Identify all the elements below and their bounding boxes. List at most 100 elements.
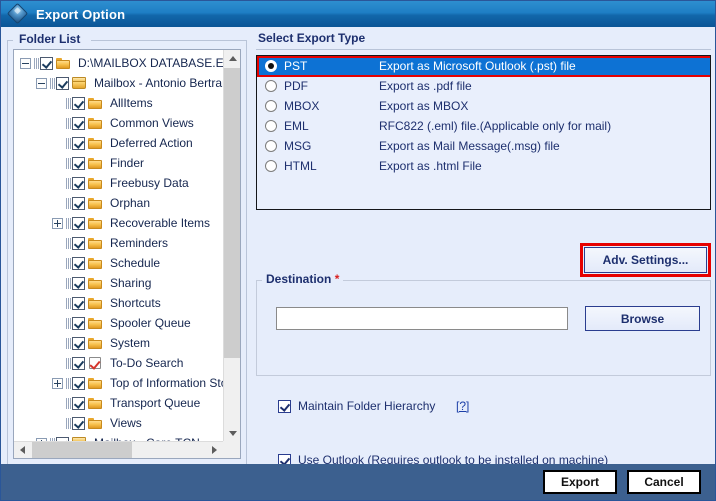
tree-node[interactable]: Sharing bbox=[14, 273, 223, 293]
cancel-button[interactable]: Cancel bbox=[627, 470, 701, 494]
tree-node[interactable]: AllItems bbox=[14, 93, 223, 113]
export-settings-panel: Select Export Type PSTExport as Microsof… bbox=[256, 31, 711, 210]
tree-node-checkbox[interactable] bbox=[56, 77, 69, 90]
tree-node-label: Deferred Action bbox=[106, 136, 193, 150]
folder-icon bbox=[87, 136, 104, 150]
tree-node[interactable]: D:\MAILBOX DATABASE.EDB bbox=[14, 53, 223, 73]
required-marker: * bbox=[335, 272, 340, 286]
hierarchy-help-link[interactable]: [?] bbox=[456, 399, 469, 413]
tree-node-checkbox[interactable] bbox=[72, 377, 85, 390]
tree-node-checkbox[interactable] bbox=[72, 337, 85, 350]
tree-node-checkbox[interactable] bbox=[72, 237, 85, 250]
maintain-folder-hierarchy-checkbox[interactable]: Maintain Folder Hierarchy bbox=[278, 399, 435, 413]
tree-connector-icon bbox=[66, 218, 71, 229]
tree-node-checkbox[interactable] bbox=[72, 417, 85, 430]
tree-connector-icon bbox=[66, 98, 71, 109]
expand-node-icon[interactable] bbox=[52, 218, 63, 229]
folder-tree-vertical-scrollbar[interactable] bbox=[223, 50, 240, 442]
export-button[interactable]: Export bbox=[543, 470, 617, 494]
tree-node-label: Recoverable Items bbox=[106, 216, 210, 230]
tree-node[interactable]: Mailbox - Antonio Bertram bbox=[14, 73, 223, 93]
tree-connector-icon bbox=[66, 278, 71, 289]
tree-node[interactable]: Common Views bbox=[14, 113, 223, 133]
collapse-node-icon[interactable] bbox=[20, 58, 31, 69]
tree-node-checkbox[interactable] bbox=[72, 137, 85, 150]
tree-node[interactable]: Schedule bbox=[14, 253, 223, 273]
radio-button-icon[interactable] bbox=[265, 80, 277, 92]
tree-node-checkbox[interactable] bbox=[72, 117, 85, 130]
folder-icon bbox=[87, 296, 104, 310]
scrollbar-corner bbox=[223, 441, 240, 458]
folder-tree-horizontal-scrollbar[interactable] bbox=[14, 441, 223, 458]
export-type-option[interactable]: MSGExport as Mail Message(.msg) file bbox=[257, 136, 710, 156]
tree-node[interactable]: Top of Information Store bbox=[14, 373, 223, 393]
horizontal-scroll-thumb[interactable] bbox=[32, 442, 132, 458]
tree-indent-spacer bbox=[52, 118, 66, 129]
folder-icon bbox=[87, 416, 104, 430]
export-type-option[interactable]: PSTExport as Microsoft Outlook (.pst) fi… bbox=[257, 56, 710, 76]
export-type-option[interactable]: EMLRFC822 (.eml) file.(Applicable only f… bbox=[257, 116, 710, 136]
export-type-list[interactable]: PSTExport as Microsoft Outlook (.pst) fi… bbox=[256, 55, 711, 210]
tree-node-checkbox[interactable] bbox=[72, 317, 85, 330]
tree-node-checkbox[interactable] bbox=[72, 97, 85, 110]
tree-node-label: Finder bbox=[106, 156, 144, 170]
tree-node-label: Orphan bbox=[106, 196, 150, 210]
tree-node-checkbox[interactable] bbox=[72, 257, 85, 270]
radio-button-icon[interactable] bbox=[265, 60, 277, 72]
folder-icon bbox=[87, 96, 104, 110]
adv-settings-button[interactable]: Adv. Settings... bbox=[584, 247, 707, 273]
vertical-scroll-thumb[interactable] bbox=[224, 68, 241, 358]
tree-node[interactable]: Shortcuts bbox=[14, 293, 223, 313]
scroll-right-icon[interactable] bbox=[206, 442, 223, 458]
browse-button[interactable]: Browse bbox=[585, 306, 700, 331]
tree-node[interactable]: Deferred Action bbox=[14, 133, 223, 153]
tree-node[interactable]: Recoverable Items bbox=[14, 213, 223, 233]
expand-node-icon[interactable] bbox=[52, 378, 63, 389]
folder-icon bbox=[87, 236, 104, 250]
tree-node[interactable]: Views bbox=[14, 413, 223, 433]
tree-node-checkbox[interactable] bbox=[72, 277, 85, 290]
tree-connector-icon bbox=[66, 398, 71, 409]
tree-indent-spacer bbox=[52, 278, 66, 289]
tree-indent-spacer bbox=[52, 238, 66, 249]
tree-node[interactable]: To-Do Search bbox=[14, 353, 223, 373]
tree-node-checkbox[interactable] bbox=[72, 397, 85, 410]
scroll-down-icon[interactable] bbox=[224, 425, 241, 442]
tree-node[interactable]: Spooler Queue bbox=[14, 313, 223, 333]
folder-icon bbox=[87, 316, 104, 330]
export-type-option[interactable]: MBOXExport as MBOX bbox=[257, 96, 710, 116]
folder-icon bbox=[87, 176, 104, 190]
tree-node-label: To-Do Search bbox=[106, 356, 183, 370]
scroll-up-icon[interactable] bbox=[224, 50, 241, 67]
tree-node-checkbox[interactable] bbox=[72, 157, 85, 170]
tree-node[interactable]: Freebusy Data bbox=[14, 173, 223, 193]
tree-node-checkbox[interactable] bbox=[72, 197, 85, 210]
tree-node-checkbox[interactable] bbox=[72, 357, 85, 370]
radio-button-icon[interactable] bbox=[265, 100, 277, 112]
radio-button-icon[interactable] bbox=[265, 140, 277, 152]
folder-tree[interactable]: D:\MAILBOX DATABASE.EDB Mailbox - Antonio… bbox=[13, 49, 241, 459]
radio-button-icon[interactable] bbox=[265, 160, 277, 172]
destination-input[interactable] bbox=[276, 307, 568, 330]
scroll-left-icon[interactable] bbox=[14, 442, 31, 458]
export-type-option[interactable]: PDFExport as .pdf file bbox=[257, 76, 710, 96]
tree-node[interactable]: System bbox=[14, 333, 223, 353]
tree-node[interactable]: Reminders bbox=[14, 233, 223, 253]
tree-node-checkbox[interactable] bbox=[72, 297, 85, 310]
export-type-description: Export as MBOX bbox=[379, 99, 710, 113]
tree-node-label: Mailbox - Antonio Bertram bbox=[90, 76, 223, 90]
tree-node[interactable]: Finder bbox=[14, 153, 223, 173]
tree-node-checkbox[interactable] bbox=[40, 57, 53, 70]
tree-indent-spacer bbox=[52, 158, 66, 169]
gem-icon bbox=[8, 4, 28, 24]
export-type-description: Export as Mail Message(.msg) file bbox=[379, 139, 710, 153]
collapse-node-icon[interactable] bbox=[36, 78, 47, 89]
export-type-option[interactable]: HTMLExport as .html File bbox=[257, 156, 710, 176]
tree-node-checkbox[interactable] bbox=[72, 217, 85, 230]
tree-node-checkbox[interactable] bbox=[72, 177, 85, 190]
tree-node-label: Shortcuts bbox=[106, 296, 161, 310]
radio-button-icon[interactable] bbox=[265, 120, 277, 132]
export-type-code: MBOX bbox=[284, 99, 379, 113]
tree-node[interactable]: Transport Queue bbox=[14, 393, 223, 413]
tree-node[interactable]: Orphan bbox=[14, 193, 223, 213]
